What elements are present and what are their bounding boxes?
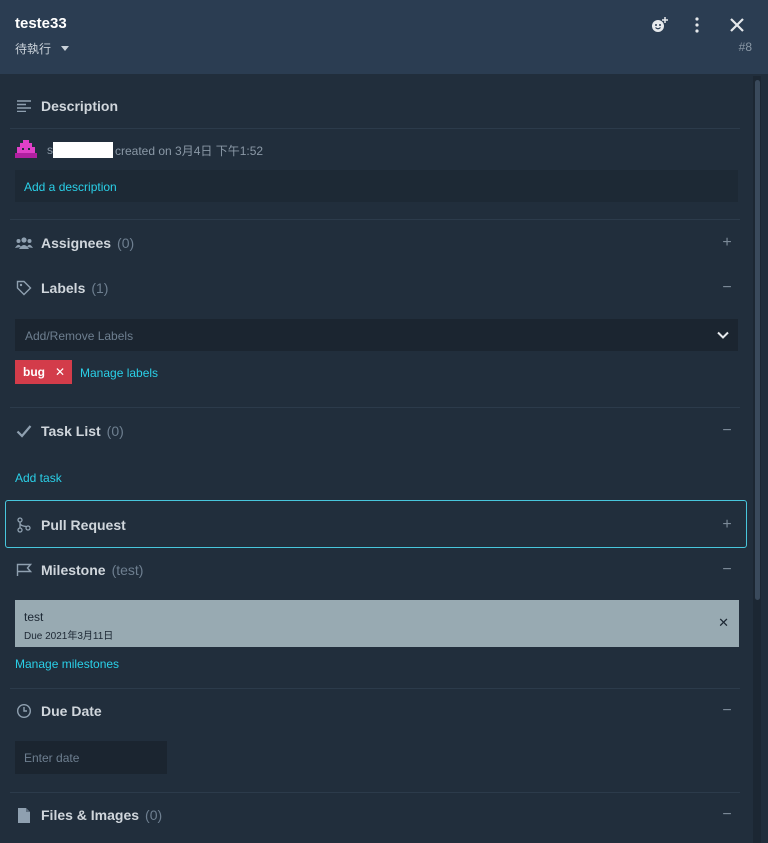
labels-count: (1) xyxy=(91,280,109,296)
issue-number: #8 xyxy=(738,40,752,54)
pull-request-section-header: Pull Request + xyxy=(15,513,740,537)
task-list-section-header: Task List (0) − xyxy=(15,419,740,443)
redacted-username xyxy=(53,142,113,158)
card-title[interactable]: teste33 xyxy=(15,15,67,32)
creator-row: s created on 3月4日 下午1:52 xyxy=(15,140,263,160)
milestone-title: Milestone xyxy=(41,562,106,578)
chevron-down-icon xyxy=(716,328,730,347)
status-dropdown[interactable]: 待執行 xyxy=(15,40,70,57)
due-date-input[interactable] xyxy=(15,741,167,774)
labels-title: Labels xyxy=(41,280,86,296)
add-description-link[interactable]: Add a description xyxy=(24,180,117,194)
files-count: (0) xyxy=(145,807,163,823)
collapse-due-date-button[interactable]: − xyxy=(718,701,736,721)
collapse-files-button[interactable]: − xyxy=(718,805,736,825)
label-tag-name: bug xyxy=(23,365,45,379)
tag-icon xyxy=(15,279,33,297)
description-box[interactable]: Add a description xyxy=(15,170,738,202)
add-assignee-button[interactable]: + xyxy=(718,233,736,253)
files-title: Files & Images xyxy=(41,807,140,823)
emoji-add-icon[interactable] xyxy=(648,14,670,36)
created-text: created on 3月4日 下午1:52 xyxy=(115,143,264,158)
divider xyxy=(10,219,740,220)
divider xyxy=(10,128,740,129)
remove-milestone-icon[interactable]: ✕ xyxy=(718,615,729,631)
remove-label-icon[interactable]: ✕ xyxy=(55,365,65,379)
collapse-task-list-button[interactable]: − xyxy=(718,421,736,441)
add-pull-request-button[interactable]: + xyxy=(718,515,736,535)
task-list-title: Task List xyxy=(41,423,101,439)
avatar[interactable] xyxy=(15,140,37,160)
divider xyxy=(10,688,740,689)
labels-select-placeholder: Add/Remove Labels xyxy=(25,329,134,343)
description-title: Description xyxy=(41,98,119,114)
file-icon xyxy=(15,806,33,824)
milestone-due: Due 2021年3月11日 xyxy=(24,631,114,642)
scrollbar-thumb[interactable] xyxy=(755,80,760,600)
collapse-labels-button[interactable]: − xyxy=(718,278,736,298)
due-date-section-header: Due Date − xyxy=(15,699,740,723)
label-tag-bug: bug ✕ xyxy=(15,360,72,384)
files-section-header: Files & Images (0) − xyxy=(15,803,740,827)
flag-icon xyxy=(15,561,33,579)
git-branch-icon xyxy=(15,516,33,534)
manage-labels-link[interactable]: Manage labels xyxy=(80,366,158,380)
card-header: teste33 待執行 #8 xyxy=(0,0,768,74)
assignees-title: Assignees xyxy=(41,235,112,251)
add-task-link[interactable]: Add task xyxy=(15,471,62,485)
divider xyxy=(10,407,740,408)
users-icon xyxy=(15,234,33,252)
milestone-card[interactable]: test Due 2021年3月11日 ✕ xyxy=(15,600,739,647)
caret-down-icon xyxy=(61,46,70,51)
collapse-milestone-button[interactable]: − xyxy=(718,560,736,580)
check-icon xyxy=(15,422,33,440)
description-section-header: Description xyxy=(15,94,740,118)
pull-request-title: Pull Request xyxy=(41,517,126,533)
milestone-current: (test) xyxy=(111,562,144,578)
clock-icon xyxy=(15,702,33,720)
assignees-count: (0) xyxy=(117,235,135,251)
align-left-icon xyxy=(15,97,33,115)
due-date-title: Due Date xyxy=(41,703,102,719)
milestone-name: test xyxy=(24,610,44,624)
labels-select[interactable]: Add/Remove Labels xyxy=(15,319,738,351)
manage-milestones-link[interactable]: Manage milestones xyxy=(15,657,119,671)
assignees-section-header: Assignees (0) + xyxy=(15,231,740,255)
milestone-section-header: Milestone (test) − xyxy=(15,558,740,582)
labels-section-header: Labels (1) − xyxy=(15,276,740,300)
task-list-count: (0) xyxy=(106,423,124,439)
status-label: 待執行 xyxy=(15,42,52,56)
divider xyxy=(10,792,740,793)
more-vertical-icon[interactable] xyxy=(686,14,708,36)
close-icon[interactable] xyxy=(726,14,748,36)
